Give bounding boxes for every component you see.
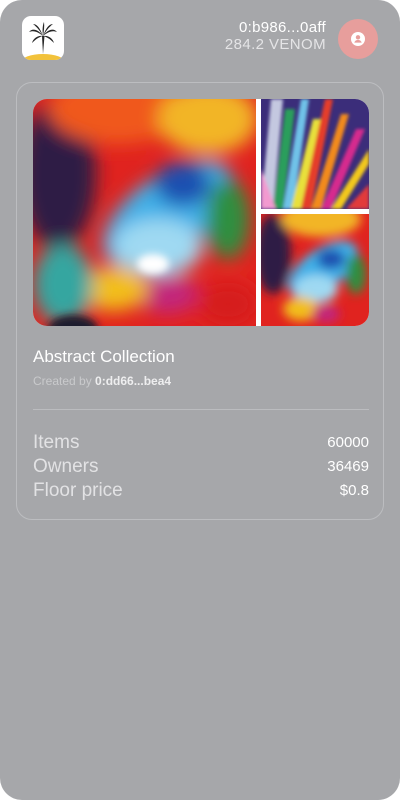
creator-address[interactable]: 0:dd66...bea4 [95,374,171,388]
stat-value: $0.8 [339,482,369,499]
stat-value: 60000 [327,434,369,451]
stat-row-floor-price: Floor price $0.8 [33,480,369,504]
avatar-button[interactable] [338,19,378,59]
stat-value: 36469 [327,458,369,475]
stat-row-owners: Owners 36469 [33,456,369,480]
collection-image-main[interactable] [33,99,256,326]
palm-island-icon[interactable] [22,16,64,60]
collection-image-secondary[interactable] [261,99,369,209]
collection-image-tertiary[interactable] [261,214,369,326]
account-info[interactable]: 0:b986...0aff 284.2 VENOM [225,19,326,54]
collection-card[interactable]: Abstract Collection Created by 0:dd66...… [16,82,384,520]
app-screen: 0:b986...0aff 284.2 VENOM Abstract Colle… [0,0,400,800]
stat-label: Floor price [33,480,123,501]
collection-title[interactable]: Abstract Collection [33,347,175,367]
collection-gallery[interactable] [33,99,369,326]
stat-label: Items [33,432,80,453]
creator-label: Created by [33,374,92,388]
account-address: 0:b986...0aff [238,19,326,36]
user-icon [351,32,365,46]
account-balance: 284.2 VENOM [224,36,326,53]
divider [33,409,369,410]
stat-label: Owners [33,456,99,477]
collection-creator: Created by 0:dd66...bea4 [33,374,171,388]
stat-row-items: Items 60000 [33,432,369,456]
